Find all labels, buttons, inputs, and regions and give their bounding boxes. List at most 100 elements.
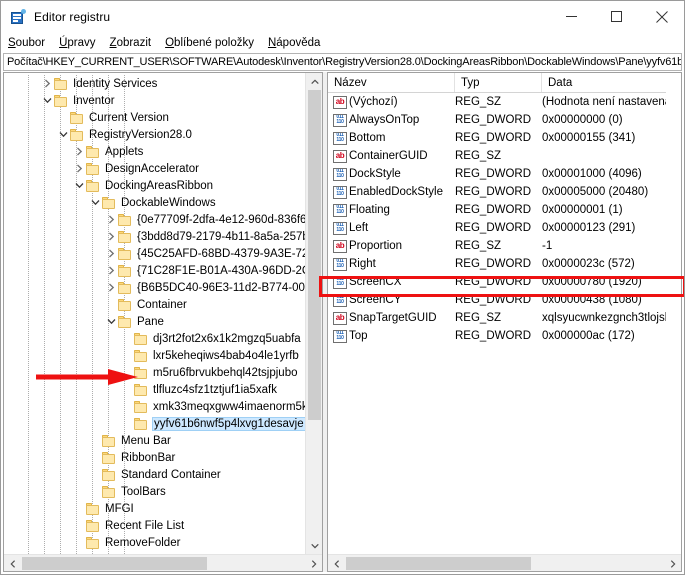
table-row[interactable]: 011110RightREG_DWORD0x0000023c (572) [328,255,666,273]
value-data: 0x0000023c (572) [542,258,666,270]
chevron-down-icon[interactable] [88,194,102,211]
tree-item[interactable]: {B6B5DC40-96E3-11d2-B774-0060B [4,279,307,296]
tree-item[interactable]: Current Version [4,109,307,126]
tree-item[interactable]: lxr5keheqiws4bab4o4le1yrfb [4,347,307,364]
tree-item[interactable]: DesignAccelerator [4,160,307,177]
value-type: REG_SZ [455,96,542,108]
tree-item[interactable]: Standard Container [4,466,307,483]
registry-tree[interactable]: Identity ServicesInventorCurrent Version… [4,73,307,554]
scroll-right-icon[interactable] [305,555,322,572]
chevron-right-icon[interactable] [72,143,86,160]
maximize-button[interactable] [594,1,639,32]
scroll-down-icon[interactable] [306,537,323,554]
value-name: (Výchozí) [349,96,455,108]
value-type: REG_DWORD [455,204,542,216]
tree-item[interactable]: xmk33meqxgww4imaenorm5ky [4,398,307,415]
table-row[interactable]: 011110ScreenCYREG_DWORD0x00000438 (1080) [328,291,666,309]
column-header-type[interactable]: Typ [455,73,542,92]
value-type: REG_DWORD [455,168,542,180]
minimize-button[interactable] [549,1,594,32]
menu-item-5[interactable]: Nápověda [268,37,327,49]
value-name: Right [349,258,455,270]
chevron-right-icon[interactable] [104,245,118,262]
tree-item-label: {B6B5DC40-96E3-11d2-B774-0060B [137,282,307,294]
table-row[interactable]: 011110EnabledDockStyleREG_DWORD0x0000500… [328,183,666,201]
tree-item[interactable]: Identity Services [4,75,307,92]
menu-item-3[interactable]: Zobrazit [110,37,159,49]
tree-item[interactable]: ToolBars [4,483,307,500]
chevron-right-icon[interactable] [72,160,86,177]
tree-horizontal-scrollbar[interactable] [4,554,322,571]
tree-item[interactable]: Recent File List [4,517,307,534]
column-header-name[interactable]: Název [328,73,455,92]
scroll-left-icon[interactable] [328,555,345,572]
table-row[interactable]: 011110TopREG_DWORD0x000000ac (172) [328,327,666,345]
tree-item[interactable]: dj3rt2fot2x6x1k2mgzq5uabfa [4,330,307,347]
tree-vertical-scrollbar[interactable] [305,73,322,554]
values-horizontal-scrollbar[interactable] [328,554,681,571]
chevron-down-icon[interactable] [40,92,54,109]
chevron-right-icon[interactable] [104,228,118,245]
menu-item-4[interactable]: Oblíbené položky [165,37,261,49]
tree-item-selected[interactable]: yyfv61b6nwf5p4lxvg1desavje [4,415,307,432]
values-hscroll-thumb[interactable] [346,557,531,570]
chevron-down-icon[interactable] [104,313,118,330]
table-row[interactable]: 011110DockStyleREG_DWORD0x00001000 (4096… [328,165,666,183]
table-row[interactable]: 011110BottomREG_DWORD0x00000155 (341) [328,129,666,147]
tree-item[interactable]: RibbonBar [4,449,307,466]
scroll-right-icon[interactable] [664,555,681,572]
address-bar[interactable]: Počítač\HKEY_CURRENT_USER\SOFTWARE\Autod… [3,53,682,71]
chevron-right-icon[interactable] [40,75,54,92]
chevron-down-icon[interactable] [56,126,70,143]
tree-item[interactable]: DockingAreasRibbon [4,177,307,194]
table-row[interactable]: ab(Výchozí)REG_SZ(Hodnota není nastavena… [328,93,666,111]
table-row[interactable]: abProportionREG_SZ-1 [328,237,666,255]
tree-leaf-connector [72,517,86,534]
close-button[interactable] [639,1,684,32]
menu-item-1[interactable]: Soubor [8,37,52,49]
address-path-text: Počítač\HKEY_CURRENT_USER\SOFTWARE\Autod… [4,56,682,68]
value-data: 0x00000780 (1920) [542,276,666,288]
chevron-right-icon[interactable] [104,262,118,279]
tree-item-label: DesignAccelerator [105,163,203,175]
tree-hscroll-thumb[interactable] [22,557,207,570]
table-row[interactable]: abSnapTargetGUIDREG_SZxqlsyucwnkezgnch3t… [328,309,666,327]
tree-item[interactable]: tlfluzc4sfz1tztjuf1ia5xafk [4,381,307,398]
table-row[interactable]: 011110LeftREG_DWORD0x00000123 (291) [328,219,666,237]
tree-item[interactable]: {3bdd8d79-2179-4b11-8a5a-257b1c [4,228,307,245]
tree-item[interactable]: m5ru6fbrvukbehql42tsjpjubo [4,364,307,381]
value-data: 0x00001000 (4096) [542,168,666,180]
menu-item-2[interactable]: Úpravy [59,37,102,49]
value-data: 0x00000000 (0) [542,114,666,126]
scroll-up-icon[interactable] [306,73,323,90]
table-row[interactable]: 011110ScreenCXREG_DWORD0x00000780 (1920) [328,273,666,291]
tree-item[interactable]: {0e77709f-2dfa-4e12-960d-836f6541 [4,211,307,228]
tree-item[interactable]: RemoveFolder [4,534,307,551]
value-name: Left [349,222,455,234]
tree-item[interactable]: DockableWindows [4,194,307,211]
tree-item[interactable]: Inventor [4,92,307,109]
table-row[interactable]: 011110FloatingREG_DWORD0x00000001 (1) [328,201,666,219]
tree-item[interactable]: Menu Bar [4,432,307,449]
tree-item[interactable]: RegistryVersion28.0 [4,126,307,143]
chevron-right-icon[interactable] [104,279,118,296]
table-row[interactable]: abContainerGUIDREG_SZ [328,147,666,165]
tree-scroll-thumb[interactable] [308,90,321,420]
scroll-left-icon[interactable] [4,555,21,572]
tree-item[interactable]: Pane [4,313,307,330]
values-list[interactable]: ab(Výchozí)REG_SZ(Hodnota není nastavena… [328,93,666,554]
chevron-down-icon[interactable] [72,177,86,194]
value-type: REG_DWORD [455,132,542,144]
tree-item[interactable]: {45C25AFD-68BD-4379-9A3E-7206E [4,245,307,262]
chevron-right-icon[interactable] [104,211,118,228]
tree-item-label: ToolBars [121,486,170,498]
value-type: REG_DWORD [455,276,542,288]
tree-item[interactable]: MFGI [4,500,307,517]
tree-leaf-connector [120,381,134,398]
tree-item[interactable]: Applets [4,143,307,160]
tree-item[interactable]: {71C28F1E-B01A-430A-96DD-2C36I [4,262,307,279]
tree-item[interactable]: Container [4,296,307,313]
column-header-data[interactable]: Data [542,73,666,92]
tree-leaf-connector [56,109,70,126]
table-row[interactable]: 011110AlwaysOnTopREG_DWORD0x00000000 (0) [328,111,666,129]
